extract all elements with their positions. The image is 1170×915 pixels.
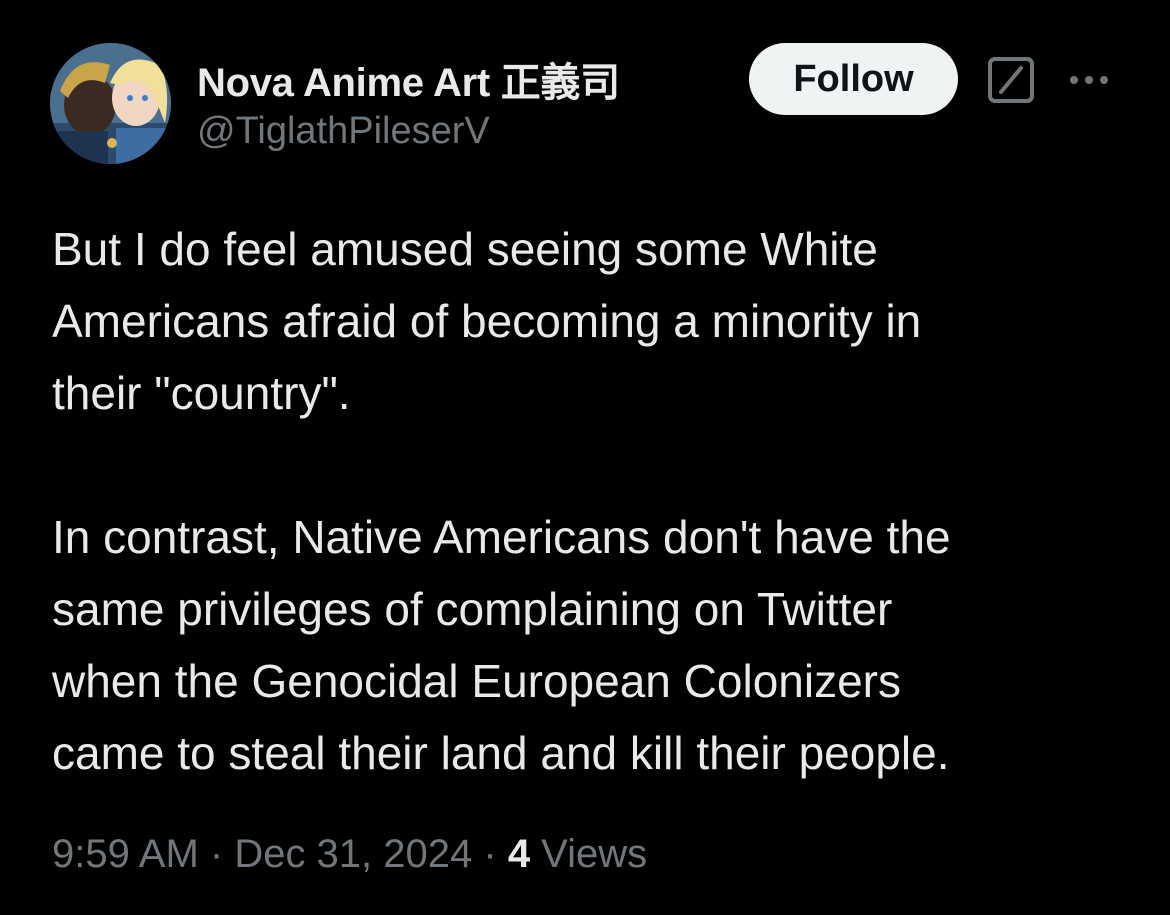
follow-button[interactable]: Follow — [749, 43, 958, 115]
more-icon[interactable] — [1064, 60, 1114, 100]
tweet-paragraph: But I do feel amused seeing some White A… — [52, 223, 922, 419]
tweet-date[interactable]: Dec 31, 2024 — [234, 832, 472, 876]
tweet-time[interactable]: 9:59 AM — [52, 832, 199, 876]
meta-separator: · — [198, 832, 235, 876]
views-count: 4 — [507, 832, 531, 876]
tweet: Nova Anime Art 正義司 @TiglathPileserV Foll… — [0, 0, 1170, 915]
grok-icon[interactable] — [987, 56, 1035, 104]
views-label: Views — [530, 832, 648, 876]
author-handle[interactable]: @TiglathPileserV — [197, 110, 490, 153]
tweet-metadata: 9:59 AM · Dec 31, 2024 · 4 Views — [52, 832, 647, 877]
meta-separator: · — [472, 832, 508, 876]
tweet-paragraph: In contrast, Native Americans don't have… — [52, 511, 951, 779]
avatar[interactable] — [50, 43, 171, 164]
tweet-text: But I do feel amused seeing some White A… — [52, 213, 1142, 789]
author-display-name[interactable]: Nova Anime Art 正義司 — [197, 50, 620, 108]
avatar-image — [50, 43, 171, 164]
